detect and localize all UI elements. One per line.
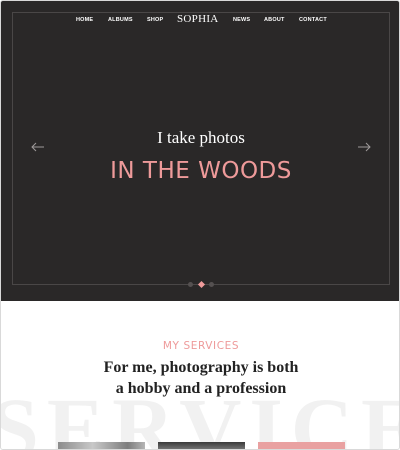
service-card-1[interactable] bbox=[58, 442, 145, 449]
hero-slider: HOME ALBUMS SHOP SOPHIA NEWS ABOUT CONTA… bbox=[1, 1, 399, 301]
service-card-2[interactable] bbox=[158, 442, 245, 449]
nav-news[interactable]: NEWS bbox=[233, 17, 250, 23]
hero-frame-border bbox=[12, 12, 390, 285]
site-logo[interactable]: SOPHIA bbox=[177, 13, 219, 25]
slider-dot-2-active[interactable] bbox=[197, 280, 206, 289]
nav-contact[interactable]: CONTACT bbox=[299, 17, 327, 23]
nav-about[interactable]: ABOUT bbox=[264, 17, 285, 23]
services-heading: For me, photography is both a hobby and … bbox=[103, 359, 299, 397]
slider-dot-3[interactable] bbox=[209, 282, 214, 287]
nav-home[interactable]: HOME bbox=[76, 17, 93, 23]
nav-albums[interactable]: ALBUMS bbox=[108, 17, 133, 23]
main-nav: HOME ALBUMS SHOP SOPHIA NEWS ABOUT CONTA… bbox=[1, 12, 399, 30]
service-card-3[interactable] bbox=[258, 442, 345, 449]
page-frame: HOME ALBUMS SHOP SOPHIA NEWS ABOUT CONTA… bbox=[0, 0, 400, 450]
slider-dot-1[interactable] bbox=[188, 282, 193, 287]
services-eyebrow: MY SERVICES bbox=[162, 340, 240, 352]
hero-headline: IN THE WOODS bbox=[110, 158, 292, 184]
hero-subtitle: I take photos bbox=[157, 128, 245, 147]
slider-pagination bbox=[185, 280, 217, 289]
services-section: SERVICES MY SERVICES For me, photography… bbox=[1, 301, 399, 449]
nav-shop[interactable]: SHOP bbox=[147, 17, 163, 23]
